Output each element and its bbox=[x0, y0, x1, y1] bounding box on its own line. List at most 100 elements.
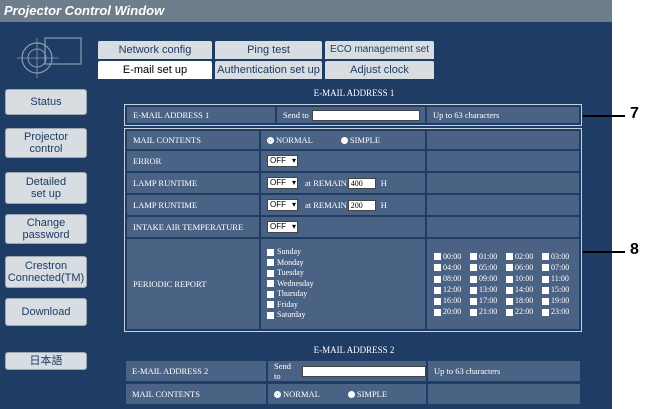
send-to-label: Send to bbox=[274, 361, 291, 381]
nav-crestron-button[interactable]: Crestron Connected(TM) bbox=[5, 256, 87, 288]
nav-language-button[interactable]: 日本語 bbox=[5, 352, 87, 370]
email-address-2-input[interactable] bbox=[302, 365, 426, 377]
hour-option[interactable]: 10:00 bbox=[506, 274, 542, 283]
day-monday[interactable]: Monday bbox=[267, 258, 304, 269]
blank-cell bbox=[427, 195, 579, 215]
checkbox-icon[interactable] bbox=[434, 286, 441, 294]
checkbox-icon[interactable] bbox=[434, 253, 441, 261]
hour-option[interactable]: 19:00 bbox=[542, 296, 578, 305]
simple-radio[interactable] bbox=[340, 136, 348, 144]
nav-projector-control-button[interactable]: Projector control bbox=[5, 128, 87, 158]
error-select[interactable]: OFF bbox=[267, 155, 298, 167]
nav-status-button[interactable]: Status bbox=[5, 89, 87, 115]
callout-8: 8 bbox=[630, 241, 639, 258]
checkbox-icon[interactable] bbox=[470, 264, 477, 272]
checkbox-icon[interactable] bbox=[470, 297, 477, 305]
tab-authentication-setup[interactable]: Authentication set up bbox=[215, 61, 322, 79]
hour-option[interactable]: 15:00 bbox=[542, 285, 578, 294]
checkbox-icon[interactable] bbox=[506, 309, 513, 317]
email-address-1-box: E-MAIL ADDRESS 1 Send to Up to 63 charac… bbox=[124, 104, 582, 126]
checkbox-icon[interactable] bbox=[542, 275, 549, 283]
hour-option[interactable]: 11:00 bbox=[542, 274, 578, 283]
hour-option[interactable]: 00:00 bbox=[434, 252, 470, 261]
checkbox-icon[interactable] bbox=[506, 275, 513, 283]
hour-option[interactable]: 05:00 bbox=[470, 263, 506, 272]
email-address-2-header: E-MAIL ADDRESS 2 bbox=[313, 345, 395, 355]
hour-option[interactable]: 23:00 bbox=[542, 307, 578, 316]
hour-option[interactable]: 14:00 bbox=[506, 285, 542, 294]
checkbox-icon[interactable] bbox=[506, 264, 513, 272]
tab-eco-setup[interactable]: ECO management set up bbox=[325, 41, 434, 73]
projector-control-window: Projector Control Window Status Projecto… bbox=[0, 0, 612, 409]
intake-air-temperature-select[interactable]: OFF bbox=[267, 221, 298, 233]
nav-download-button[interactable]: Download bbox=[5, 298, 87, 326]
hour-option[interactable]: 09:00 bbox=[470, 274, 506, 283]
hour-option[interactable]: 06:00 bbox=[506, 263, 542, 272]
checkbox-icon[interactable] bbox=[267, 248, 274, 256]
hour-option[interactable]: 08:00 bbox=[434, 274, 470, 283]
checkbox-icon[interactable] bbox=[542, 253, 549, 261]
hour-option[interactable]: 07:00 bbox=[542, 263, 578, 272]
tab-ping-test[interactable]: Ping test bbox=[215, 41, 322, 59]
simple-2-radio[interactable] bbox=[347, 390, 355, 398]
checkbox-icon[interactable] bbox=[267, 290, 274, 298]
checkbox-icon[interactable] bbox=[542, 286, 549, 294]
checkbox-icon[interactable] bbox=[506, 297, 513, 305]
hour-option[interactable]: 02:00 bbox=[506, 252, 542, 261]
checkbox-icon[interactable] bbox=[267, 269, 274, 277]
day-saturday[interactable]: Saturday bbox=[267, 310, 305, 321]
mail-contents-label: MAIL CONTENTS bbox=[127, 131, 259, 149]
day-friday[interactable]: Friday bbox=[267, 300, 298, 311]
checkbox-icon[interactable] bbox=[470, 286, 477, 294]
lamp-runtime-2-remain-input[interactable]: 200 bbox=[347, 199, 376, 211]
hour-option[interactable]: 20:00 bbox=[434, 307, 470, 316]
checkbox-icon[interactable] bbox=[434, 309, 441, 317]
lamp-runtime-1-remain-input[interactable]: 400 bbox=[347, 177, 376, 189]
checkbox-icon[interactable] bbox=[470, 253, 477, 261]
checkbox-icon[interactable] bbox=[506, 253, 513, 261]
checkbox-icon[interactable] bbox=[267, 301, 274, 309]
day-sunday[interactable]: Sunday bbox=[267, 247, 301, 258]
nav-detailed-setup-button[interactable]: Detailed set up bbox=[5, 172, 87, 204]
checkbox-icon[interactable] bbox=[434, 275, 441, 283]
checkbox-icon[interactable] bbox=[267, 259, 274, 267]
hour-option[interactable]: 04:00 bbox=[434, 263, 470, 272]
hour-option[interactable]: 16:00 bbox=[434, 296, 470, 305]
email-address-1-header: E-MAIL ADDRESS 1 bbox=[313, 88, 395, 98]
tab-network-config[interactable]: Network config bbox=[98, 41, 212, 59]
day-wednesday[interactable]: Wednesday bbox=[267, 279, 314, 290]
intake-air-temperature-label: INTAKE AIR TEMPERATURE bbox=[127, 217, 259, 237]
checkbox-icon[interactable] bbox=[542, 309, 549, 317]
tab-adjust-clock[interactable]: Adjust clock bbox=[325, 61, 434, 79]
checkbox-icon[interactable] bbox=[470, 275, 477, 283]
lamp-runtime-2-select[interactable]: OFF bbox=[267, 199, 298, 211]
hour-option[interactable]: 17:00 bbox=[470, 296, 506, 305]
normal-2-radio[interactable] bbox=[274, 390, 281, 398]
email-settings-box: MAIL CONTENTS NORMAL SIMPLE ERROR OFF LA… bbox=[124, 128, 582, 332]
lamp-runtime-1-select[interactable]: OFF bbox=[267, 177, 298, 189]
checkbox-icon[interactable] bbox=[470, 309, 477, 317]
tab-email-setup[interactable]: E-mail set up bbox=[98, 61, 212, 79]
hour-option[interactable]: 03:00 bbox=[542, 252, 578, 261]
normal-radio[interactable] bbox=[267, 136, 274, 144]
hour-option[interactable]: 13:00 bbox=[470, 285, 506, 294]
email-address-1-label: E-MAIL ADDRESS 1 bbox=[127, 107, 275, 123]
checkbox-icon[interactable] bbox=[434, 297, 441, 305]
checkbox-icon[interactable] bbox=[542, 264, 549, 272]
hour-option[interactable]: 12:00 bbox=[434, 285, 470, 294]
hour-option[interactable]: 22:00 bbox=[506, 307, 542, 316]
day-tuesday[interactable]: Tuesday bbox=[267, 268, 304, 279]
hour-option[interactable]: 21:00 bbox=[470, 307, 506, 316]
hour-option[interactable]: 18:00 bbox=[506, 296, 542, 305]
checkbox-icon[interactable] bbox=[267, 311, 274, 319]
callout-8-line bbox=[583, 251, 625, 253]
checkbox-icon[interactable] bbox=[434, 264, 441, 272]
day-thursday[interactable]: Thursday bbox=[267, 289, 307, 300]
hour-option[interactable]: 01:00 bbox=[470, 252, 506, 261]
email-address-2-limit: Up to 63 characters bbox=[428, 361, 580, 381]
nav-change-password-button[interactable]: Change password bbox=[5, 214, 87, 244]
email-address-1-input[interactable] bbox=[311, 109, 420, 121]
checkbox-icon[interactable] bbox=[267, 280, 274, 288]
checkbox-icon[interactable] bbox=[542, 297, 549, 305]
checkbox-icon[interactable] bbox=[506, 286, 513, 294]
